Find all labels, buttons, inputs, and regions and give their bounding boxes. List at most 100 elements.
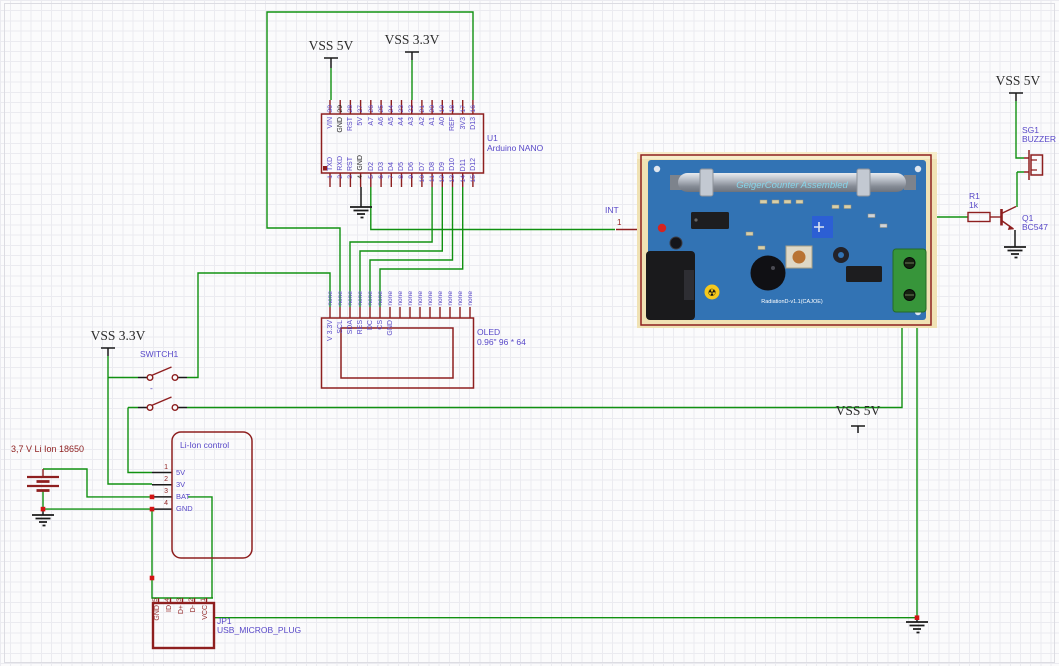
liion-pin-number: 2 [158,476,168,483]
battery-symbol[interactable] [27,477,59,491]
arduino-pin-number: 24 [387,105,396,113]
arduino-pin-name: RST [346,157,355,171]
arduino-pin-number: 8 [397,175,406,179]
oled-pin-header: none [386,291,395,306]
arduino-pin-name: D2 [367,162,376,171]
oled-pin-name: DC [366,320,375,330]
liion-pin-name: 5V [176,468,185,477]
schematic-canvas: GeigerCounter Assembled ☢ RadiationD-v1.… [0,0,1059,666]
arduino-pin-number: 1 [326,175,335,179]
usb-pin-number: 1 [199,598,208,602]
usb-pin-name: D+ [177,605,186,614]
arduino-pin-name: D13 [469,117,478,130]
oled-pin-header: none [356,291,365,306]
arduino-pin-name: GND [356,155,365,171]
arduino-pin-name: D10 [448,158,457,171]
arduino-pin-name: A3 [407,117,416,126]
usb-pin-name: GND [153,605,162,621]
oled-pin-name: SDA [346,320,355,334]
arduino-pin-name: RST [346,117,355,131]
oled-pin-header: none [466,291,475,306]
arduino-pin-number: 14 [459,175,468,183]
arduino-pin-number: 11 [428,175,437,182]
arduino-pin-number: 15 [469,175,478,183]
arduino-pin-number: 28 [346,105,355,113]
liion-pin-name: 3V [176,480,185,489]
buzzer-value: BUZZER [1022,135,1056,144]
oled-pin-header: none [326,291,335,306]
ground-and-power-symbols [32,52,1026,633]
arduino-pin-number: 5 [367,175,376,179]
buzzer-symbol[interactable] [1029,150,1043,180]
arduino-pin-number: 25 [377,105,386,113]
oled-pin-header: none [366,291,375,306]
geiger-board-photo[interactable]: GeigerCounter Assembled ☢ RadiationD-v1.… [637,152,937,328]
usb-pin-name: ID [165,605,174,612]
oled-pin-header: none [346,291,355,306]
arduino-pin-number: 21 [418,105,427,113]
board-silkscreen: RadiationD-v1.1(CAJOE) [761,299,823,305]
switch-blade-1 [152,367,172,376]
arduino-pin-number: 12 [438,175,447,183]
radiation-icon: ☢ [708,288,717,299]
usb-pin-name: VCC [201,605,210,620]
arduino-pin-name: D11 [459,159,468,171]
liion-pin-number: 4 [158,500,168,507]
arduino-pin-name: A5 [387,117,396,126]
arduino-pin-number: 23 [397,105,406,113]
arduino-pin-name: A1 [428,117,437,126]
liion-pin-name: BAT [176,492,190,501]
liion-pin-name: GND [176,504,193,513]
arduino-pin-number: 6 [377,175,386,179]
oled-pin-name: RES [356,320,365,334]
arduino-pin-number: 18 [448,105,457,113]
arduino-pin-name: A2 [418,117,427,126]
oled-screen [341,328,453,378]
arduino-pin-number: 29 [336,105,345,113]
usb-pin-name: D- [189,605,198,612]
ic-dip8-2 [846,266,882,282]
arduino-pin-name: D8 [428,162,437,171]
liion-pin-number: 1 [158,464,168,471]
arduino-pin-number: 7 [387,175,396,179]
tube-clip-right [857,169,870,196]
arduino-pin-name: A0 [438,117,447,126]
liion-pin-number: 3 [158,488,168,495]
arduino-pin-number: 13 [448,175,457,183]
arduino-pin-number: 20 [428,105,437,113]
photo-watermark: GeigerCounter Assembled [736,180,848,191]
geiger-int-pin-name: INT [605,206,619,215]
arduino-pin-number: 2 [336,175,345,179]
arduino-pin-number: 16 [469,105,478,113]
arduino-pin-name: A7 [367,117,376,126]
arduino-pin-name: VIN [326,117,335,129]
oled-pin-header: none [436,291,445,306]
arduino-pin-number: 19 [438,105,447,113]
power-label-vss5v-top: VSS 5V [303,38,359,54]
power-label-vss5v-right: VSS 5V [990,73,1046,89]
oled-pin-header: none [406,291,415,306]
arduino-ref: U1 [487,134,498,143]
oled-pin-name: CS [376,320,385,330]
transistor-symbol[interactable] [1002,207,1017,230]
geiger-int-pin-number: 1 [617,219,621,228]
arduino-pin-name: D5 [397,162,406,171]
resistor-symbol[interactable] [968,213,990,222]
arduino-pin-number: 26 [367,105,376,113]
power-label-vss3v3-top: VSS 3.3V [378,32,446,48]
usb-pin-number: 3 [175,598,184,602]
arduino-pin-name: 3V3 [459,117,468,129]
arduino-pin-number: 17 [459,105,468,113]
switch-ref: SWITCH1 [140,350,178,359]
arduino-pin-number: 22 [407,105,416,113]
arduino-pin-name: D3 [377,162,386,171]
resistor-value: 1k [969,201,978,210]
arduino-pin-name: A6 [377,117,386,126]
arduino-pin-name: D9 [438,162,447,171]
oled-size-label: 0.96" 96 * 64 [477,338,526,347]
oled-pin-header: none [426,291,435,306]
usb-value: USB_MICROB_PLUG [217,626,301,635]
switch-blade-2 [152,397,172,406]
schematic-drawing: GeigerCounter Assembled ☢ RadiationD-v1.… [0,0,1059,666]
arduino-pin-name: 5V [356,117,365,126]
